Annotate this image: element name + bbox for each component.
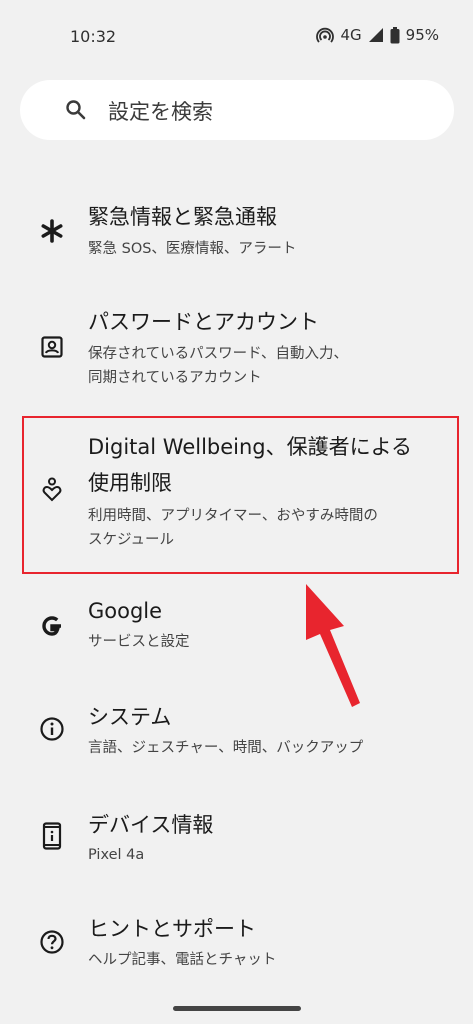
search-icon — [64, 98, 88, 126]
item-title: ヒントとサポート — [88, 917, 256, 941]
settings-item-emergency[interactable]: 緊急情報と緊急通報 緊急 SOS、医療情報、アラート — [0, 195, 473, 275]
highlight-box — [22, 416, 459, 574]
search-bar[interactable]: 設定を検索 — [20, 80, 454, 140]
network-label: 4G — [340, 26, 362, 44]
status-icons: 4G 95% — [316, 26, 439, 44]
item-subtitle: 言語、ジェスチャー、時間、バックアップ — [88, 740, 364, 756]
settings-item-passwords-accounts[interactable]: パスワードとアカウント 保存されているパスワード、自動入力、 同期されているアカ… — [0, 303, 473, 403]
item-subtitle: Pixel 4a — [88, 847, 145, 863]
item-subtitle: サービスと設定 — [88, 634, 190, 650]
settings-item-google[interactable]: Google サービスと設定 — [0, 592, 473, 662]
item-subtitle-line2: 同期されているアカウント — [88, 370, 262, 386]
battery-icon — [390, 26, 400, 44]
item-subtitle: ヘルプ記事、電話とチャット — [88, 952, 277, 968]
item-title: パスワードとアカウント — [88, 310, 319, 334]
signal-icon — [368, 27, 384, 43]
item-title: デバイス情報 — [88, 813, 214, 837]
item-title: Google — [88, 599, 163, 623]
search-placeholder: 設定を検索 — [108, 100, 213, 124]
battery-percent: 95% — [405, 26, 439, 44]
status-time: 10:32 — [70, 27, 117, 46]
phone-info-icon — [38, 822, 66, 850]
settings-item-device-info[interactable]: デバイス情報 Pixel 4a — [0, 808, 473, 878]
settings-item-system[interactable]: システム 言語、ジェスチャー、時間、バックアップ — [0, 700, 473, 770]
gesture-nav-handle[interactable] — [173, 1006, 301, 1011]
hotspot-icon — [316, 27, 335, 43]
item-title: システム — [88, 705, 172, 729]
item-subtitle-line1: 保存されているパスワード、自動入力、 — [88, 346, 348, 362]
item-title: 緊急情報と緊急通報 — [88, 205, 277, 229]
help-icon — [38, 928, 66, 956]
account-box-icon — [38, 333, 66, 361]
google-g-icon — [38, 612, 66, 640]
asterisk-icon — [38, 217, 66, 245]
info-icon — [38, 715, 66, 743]
settings-item-tips-support[interactable]: ヒントとサポート ヘルプ記事、電話とチャット — [0, 912, 473, 982]
item-subtitle: 緊急 SOS、医療情報、アラート — [88, 241, 297, 257]
status-bar: 10:32 4G 95% — [0, 0, 473, 72]
